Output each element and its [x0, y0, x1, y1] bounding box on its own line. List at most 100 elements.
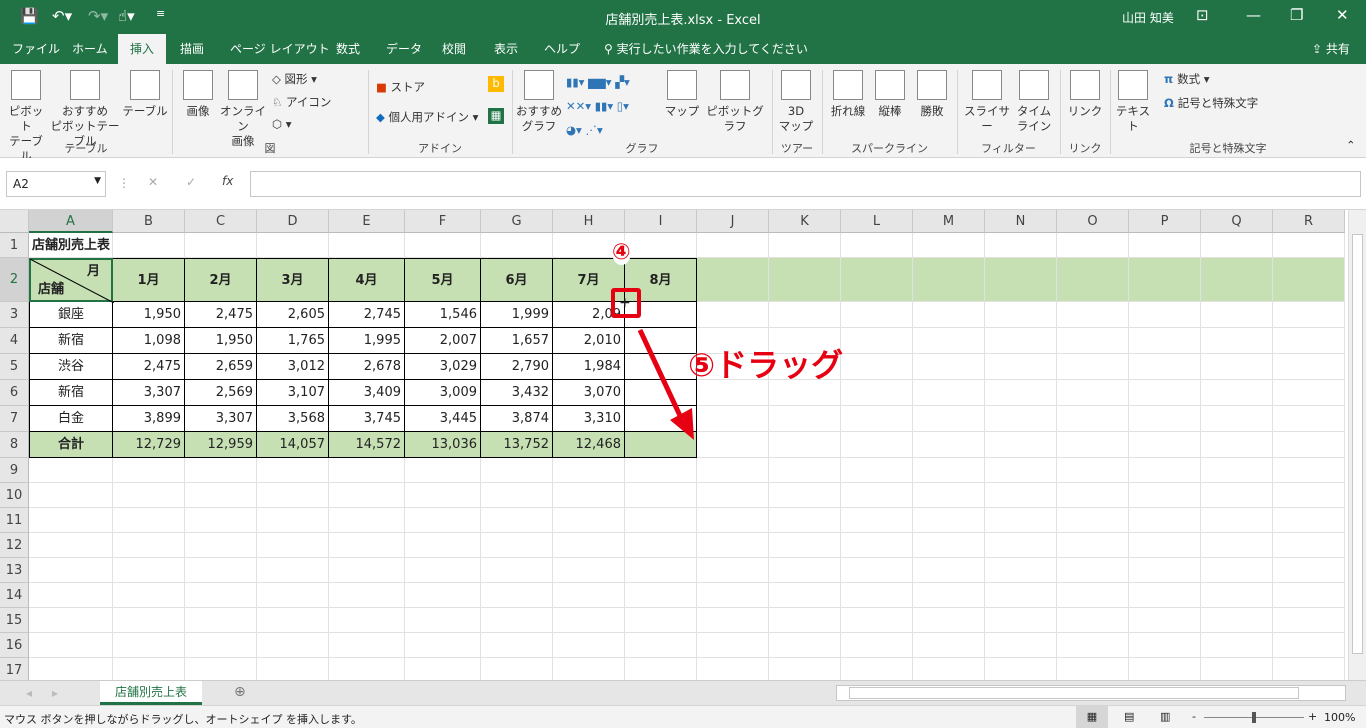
cell[interactable]	[1129, 508, 1201, 533]
collapse-ribbon-icon[interactable]: ⌃	[1346, 138, 1356, 153]
cell[interactable]	[1273, 508, 1345, 533]
cell[interactable]	[329, 658, 405, 680]
cell[interactable]	[553, 458, 625, 483]
cell[interactable]: 5月	[405, 258, 481, 302]
cell[interactable]: 3,307	[113, 380, 185, 406]
cell[interactable]: 3,012	[257, 354, 329, 380]
cell[interactable]	[257, 483, 329, 508]
cell[interactable]	[1201, 458, 1273, 483]
cell[interactable]	[985, 302, 1057, 328]
row-header[interactable]: 4	[0, 328, 29, 354]
cell[interactable]	[1057, 380, 1129, 406]
cell[interactable]	[113, 233, 185, 258]
row-header[interactable]: 9	[0, 458, 29, 483]
cell[interactable]	[1129, 583, 1201, 608]
cell[interactable]	[1201, 328, 1273, 354]
column-header[interactable]: B	[113, 210, 185, 233]
column-header[interactable]: F	[405, 210, 481, 233]
cell[interactable]	[1057, 508, 1129, 533]
cell[interactable]	[913, 406, 985, 432]
sheet-tab-active[interactable]: 店舗別売上表	[100, 681, 202, 705]
cell[interactable]: 3,568	[257, 406, 329, 432]
cell[interactable]: 3,107	[257, 380, 329, 406]
cell[interactable]	[841, 533, 913, 558]
vertical-scrollbar[interactable]	[1348, 210, 1366, 680]
cell[interactable]	[1273, 432, 1345, 458]
cell[interactable]	[697, 406, 769, 432]
cell[interactable]	[841, 354, 913, 380]
cell[interactable]	[985, 354, 1057, 380]
page-break-view-icon[interactable]: ▥	[1160, 710, 1170, 723]
cell[interactable]	[1273, 458, 1345, 483]
cell[interactable]: 3月	[257, 258, 329, 302]
cell[interactable]	[913, 558, 985, 583]
cell[interactable]: 店舗別売上表	[29, 233, 113, 258]
cell[interactable]	[913, 328, 985, 354]
tab-review[interactable]: 校閲	[430, 34, 478, 64]
sparkline-column-button[interactable]: 縦棒	[872, 70, 908, 119]
cell[interactable]	[1057, 558, 1129, 583]
cell[interactable]	[185, 558, 257, 583]
cell[interactable]	[1273, 658, 1345, 680]
prev-sheet-icon[interactable]: ◂	[26, 686, 32, 700]
cell[interactable]	[29, 658, 113, 680]
cell[interactable]	[1129, 658, 1201, 680]
cell[interactable]	[841, 608, 913, 633]
cell[interactable]	[697, 533, 769, 558]
recommended-pivot-button[interactable]: おすすめ ピボットテーブル	[48, 70, 122, 149]
cell[interactable]: 3,409	[329, 380, 405, 406]
cell[interactable]	[697, 302, 769, 328]
cell[interactable]	[913, 432, 985, 458]
cell[interactable]	[1201, 558, 1273, 583]
cell[interactable]: 3,445	[405, 406, 481, 432]
cell[interactable]	[1057, 354, 1129, 380]
cell[interactable]: 1,950	[185, 328, 257, 354]
cell[interactable]	[1201, 432, 1273, 458]
cell[interactable]	[841, 558, 913, 583]
diagonal-header-cell[interactable]: 月店舗	[29, 258, 114, 303]
cell[interactable]: 14,572	[329, 432, 405, 458]
tab-draw[interactable]: 描画	[168, 34, 216, 64]
cell[interactable]: 2,475	[113, 354, 185, 380]
cell[interactable]	[329, 508, 405, 533]
cell[interactable]	[405, 533, 481, 558]
cell[interactable]	[113, 608, 185, 633]
column-header[interactable]: L	[841, 210, 913, 233]
cell[interactable]	[913, 583, 985, 608]
restore-icon[interactable]: ❐	[1290, 6, 1303, 24]
cell[interactable]	[1273, 483, 1345, 508]
cell[interactable]	[185, 658, 257, 680]
cell[interactable]: 1,546	[405, 302, 481, 328]
formula-input[interactable]	[250, 171, 1361, 197]
cell[interactable]	[769, 432, 841, 458]
cell[interactable]: 3,874	[481, 406, 553, 432]
next-sheet-icon[interactable]: ▸	[52, 686, 58, 700]
cell[interactable]	[1057, 483, 1129, 508]
cell[interactable]	[1273, 583, 1345, 608]
cell[interactable]	[1129, 633, 1201, 658]
column-header[interactable]: E	[329, 210, 405, 233]
cell[interactable]	[841, 432, 913, 458]
cell[interactable]	[1129, 458, 1201, 483]
cell[interactable]: 12,468	[553, 432, 625, 458]
cell[interactable]	[185, 483, 257, 508]
cell[interactable]	[769, 483, 841, 508]
cell[interactable]	[841, 583, 913, 608]
cell[interactable]	[1057, 432, 1129, 458]
column-header[interactable]: Q	[1201, 210, 1273, 233]
cell[interactable]	[1129, 354, 1201, 380]
cell[interactable]	[697, 483, 769, 508]
cell[interactable]	[841, 233, 913, 258]
cell[interactable]	[29, 608, 113, 633]
cell[interactable]	[769, 533, 841, 558]
cell[interactable]	[329, 633, 405, 658]
cell[interactable]	[553, 658, 625, 680]
cell[interactable]: 6月	[481, 258, 553, 302]
tab-data[interactable]: データ	[374, 34, 434, 64]
cell[interactable]: 3,745	[329, 406, 405, 432]
column-header[interactable]: P	[1129, 210, 1201, 233]
cell[interactable]	[113, 658, 185, 680]
cell[interactable]	[1201, 483, 1273, 508]
cell[interactable]	[985, 233, 1057, 258]
cell[interactable]: 1,765	[257, 328, 329, 354]
